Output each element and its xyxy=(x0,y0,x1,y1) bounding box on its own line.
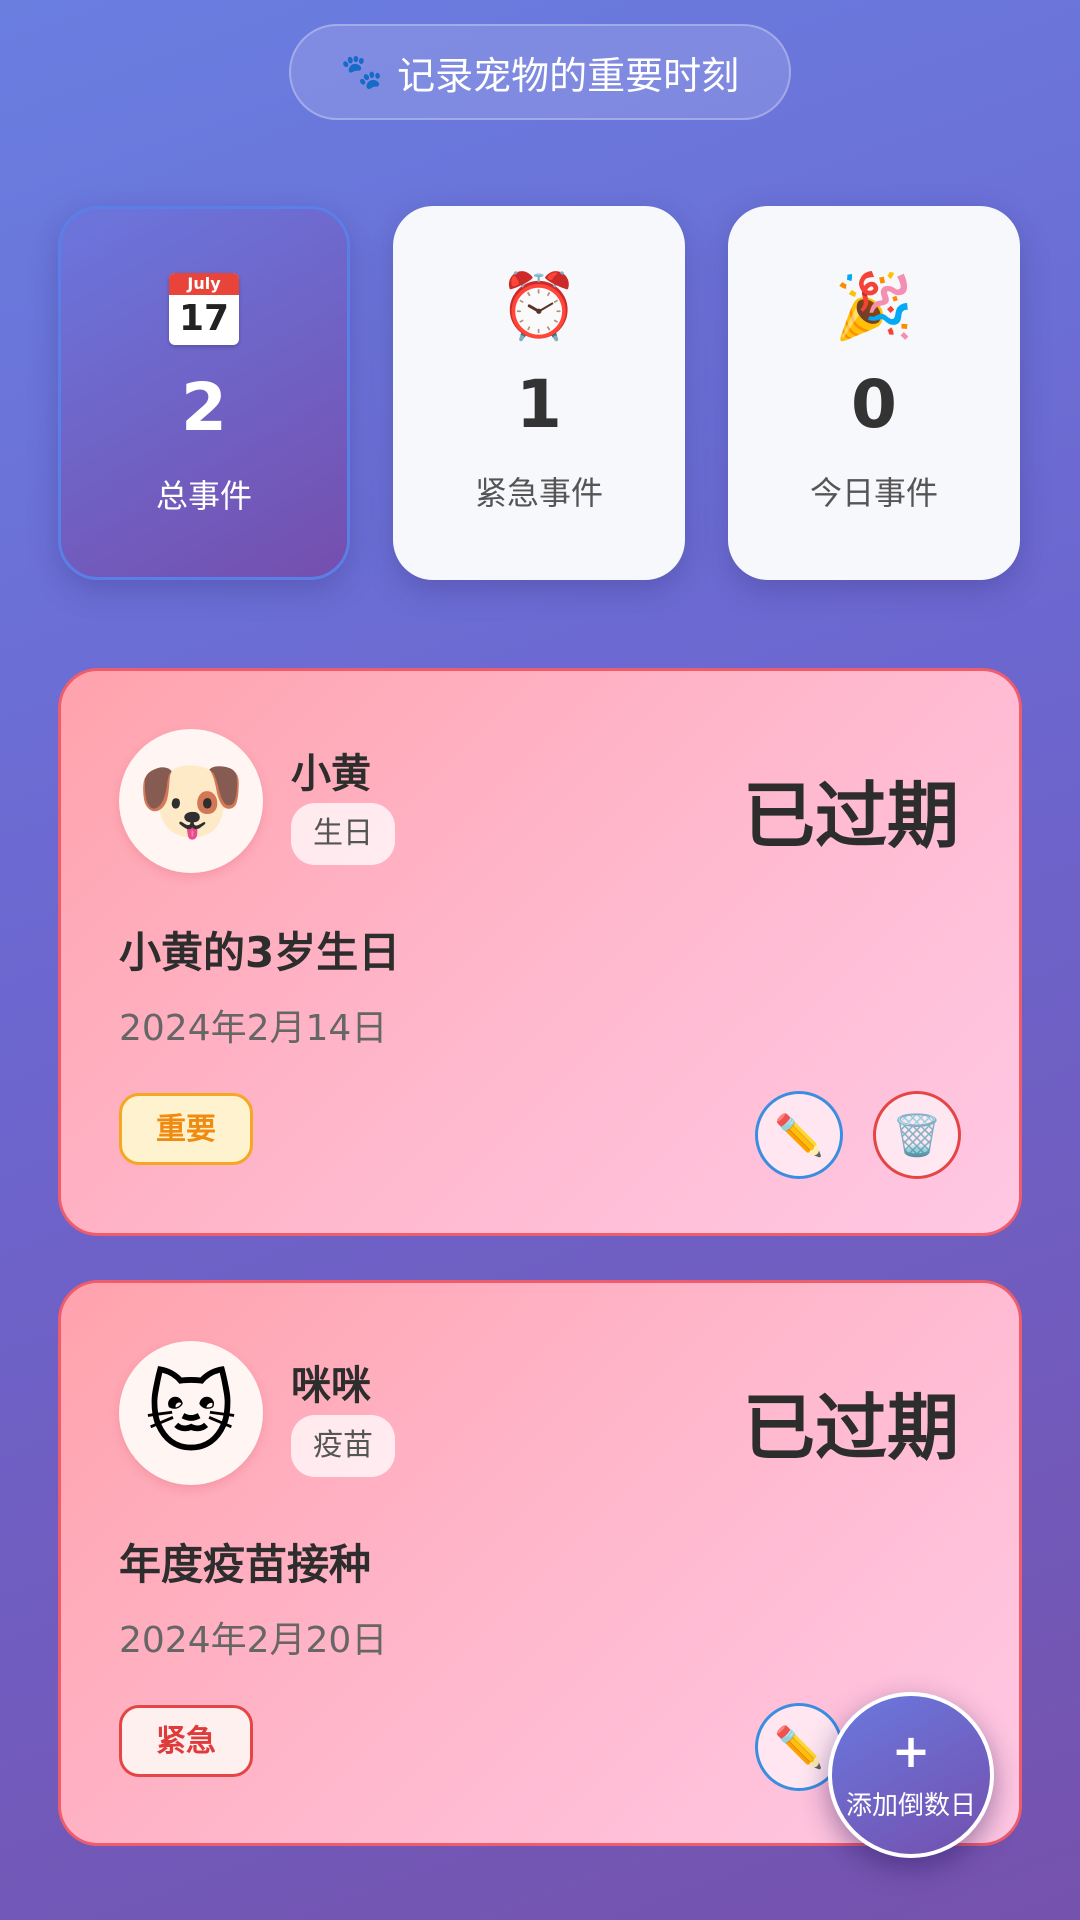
pencil-icon: ✏️ xyxy=(774,1112,824,1159)
stat-label-today: 今日事件 xyxy=(809,474,938,512)
stats-row: July 17 2 总事件 ⏰ 1 紧急事件 🎉 0 今日事件 xyxy=(58,206,1022,580)
priority-badge-urgent: 紧急 xyxy=(119,1705,253,1777)
dog-avatar-icon: 🐶 xyxy=(119,729,263,873)
calendar-icon: July 17 xyxy=(169,273,239,345)
edit-button[interactable]: ✏️ xyxy=(755,1091,843,1179)
plus-icon: + xyxy=(891,1723,931,1778)
pet-name: 小黄 xyxy=(291,751,371,797)
header-tagline: 记录宠物的重要时刻 xyxy=(397,53,740,98)
pet-name: 咪咪 xyxy=(291,1363,371,1409)
header-tagline-pill: 🐾 记录宠物的重要时刻 xyxy=(289,24,791,120)
event-title: 小黄的3岁生日 xyxy=(119,928,401,977)
event-type-tag: 疫苗 xyxy=(291,1415,395,1477)
stat-card-urgent-events[interactable]: ⏰ 1 紧急事件 xyxy=(393,206,685,580)
event-status: 已过期 xyxy=(742,1386,959,1470)
trash-icon: 🗑️ xyxy=(892,1112,942,1159)
event-date: 2024年2月14日 xyxy=(119,1008,388,1049)
delete-button[interactable]: 🗑️ xyxy=(873,1091,961,1179)
party-popper-icon: 🎉 xyxy=(834,269,914,344)
cat-avatar-icon: 🐱 xyxy=(119,1341,263,1485)
stat-value-total: 2 xyxy=(181,369,227,446)
alarm-clock-icon: ⏰ xyxy=(499,269,579,344)
pencil-icon: ✏️ xyxy=(774,1724,824,1771)
stat-card-total-events[interactable]: July 17 2 总事件 xyxy=(58,206,350,580)
add-countdown-button[interactable]: + 添加倒数日 xyxy=(828,1692,994,1858)
stat-value-urgent: 1 xyxy=(516,366,562,443)
add-countdown-label: 添加倒数日 xyxy=(845,1790,976,1821)
event-title: 年度疫苗接种 xyxy=(119,1540,372,1589)
event-card[interactable]: 🐶 小黄 生日 已过期 小黄的3岁生日 2024年2月14日 重要 ✏️ 🗑️ xyxy=(58,668,1022,1236)
priority-badge-important: 重要 xyxy=(119,1093,253,1165)
stat-label-urgent: 紧急事件 xyxy=(474,474,603,512)
stat-label-total: 总事件 xyxy=(155,477,252,515)
event-date: 2024年2月20日 xyxy=(119,1620,388,1661)
event-status: 已过期 xyxy=(742,774,959,858)
stat-value-today: 0 xyxy=(851,366,897,443)
event-type-tag: 生日 xyxy=(291,803,395,865)
stat-card-today-events[interactable]: 🎉 0 今日事件 xyxy=(728,206,1020,580)
paw-icon: 🐾 xyxy=(340,52,384,92)
